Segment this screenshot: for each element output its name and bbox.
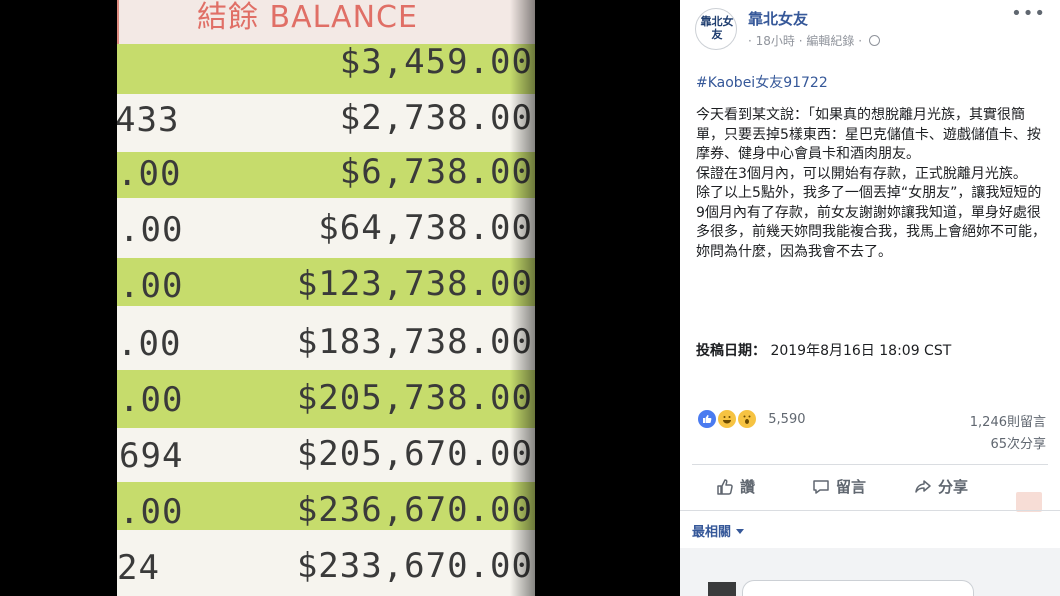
facebook-post-panel: 靠北女友 靠北女友 · 18小時 · 編輯紀錄 · ••• #Kaobei女友9…	[680, 0, 1060, 596]
comments-count-link[interactable]: 1,246則留言	[970, 411, 1046, 430]
meta-separator: ·	[748, 34, 752, 48]
balance-amount: $3,459.00	[339, 42, 533, 82]
post-paragraph: 除了以上5點外，我多了一個丟掉“女朋友”，讓我短短的9個月內有了存款，前女友謝謝…	[696, 185, 1046, 260]
reactions-summary[interactable]: 5,590	[696, 408, 806, 430]
comment-input[interactable]	[742, 580, 974, 596]
divider	[692, 464, 1048, 465]
header-edge-line	[117, 0, 119, 44]
balance-amount: $205,670.00	[296, 434, 533, 474]
balance-amount: $233,670.00	[296, 546, 533, 586]
shares-count-link[interactable]: 65次分享	[990, 433, 1046, 452]
globe-icon[interactable]	[868, 35, 880, 46]
passbook-partial-cell: 694	[119, 436, 184, 476]
avatar-logo-text: 靠北女友	[700, 15, 734, 41]
passbook-header: 結餘 BALANCE	[117, 0, 535, 45]
passbook-partial-cell: .00	[119, 492, 184, 532]
more-options-icon[interactable]: •••	[1011, 3, 1046, 24]
thumbs-up-icon	[717, 479, 733, 495]
passbook-partial-cell: .00	[119, 210, 184, 250]
share-icon	[915, 480, 931, 493]
edit-history-link[interactable]: 編輯紀錄	[806, 34, 854, 48]
balance-amount: $183,738.00	[296, 322, 533, 362]
share-label: 分享	[938, 478, 969, 496]
share-button[interactable]: 分享	[914, 476, 968, 497]
comment-label: 留言	[836, 478, 867, 496]
page-avatar[interactable]: 靠北女友	[695, 8, 737, 50]
like-label: 讚	[740, 478, 756, 496]
comment-icon	[813, 480, 829, 494]
page-shadow	[510, 0, 540, 596]
sort-label: 最相關	[692, 525, 732, 540]
date-value: 2019年8月16日 18:09 CST	[770, 343, 952, 359]
page-name-link[interactable]: 靠北女友	[748, 8, 808, 29]
balance-amount: $6,738.00	[339, 152, 533, 192]
hashtag-link[interactable]: #Kaobei女友91722	[696, 72, 828, 92]
balance-amount: $64,738.00	[318, 208, 533, 248]
divider	[680, 510, 1060, 511]
post-photo[interactable]: 結餘 BALANCE $3,459.00 433 $2,738.00 .00 $6,73…	[0, 0, 680, 596]
post-meta: · 18小時 · 編輯紀錄 ·	[748, 32, 880, 49]
post-paragraph: 今天看到某文說：「如果真的想脫離月光族，其實很簡單，只要丟掉5樣東西：星巴克儲值…	[696, 107, 1041, 162]
user-avatar	[708, 582, 736, 596]
caret-down-icon	[736, 529, 745, 534]
passbook-partial-cell: .00	[117, 154, 182, 194]
balance-header-label: 結餘 BALANCE	[197, 0, 418, 35]
balance-amount: $205,738.00	[296, 378, 533, 418]
date-label: 投稿日期：	[696, 343, 766, 359]
passbook-partial-cell: .00	[119, 380, 184, 420]
haha-reaction-icon	[716, 408, 739, 430]
passbook-page: 結餘 BALANCE $3,459.00 433 $2,738.00 .00 $6,73…	[117, 0, 535, 596]
wow-reaction-icon	[736, 408, 759, 430]
passbook-partial-cell: .00	[119, 266, 184, 306]
balance-amount: $2,738.00	[339, 98, 533, 138]
post-time-link[interactable]: 18小時	[756, 34, 795, 48]
reaction-count: 5,590	[768, 411, 806, 427]
sidebar-fragment	[1016, 492, 1042, 512]
submission-date: 投稿日期： 2019年8月16日 18:09 CST	[696, 340, 951, 360]
meta-separator: ·	[798, 34, 803, 48]
post-body: 今天看到某文說：「如果真的想脫離月光族，其實很簡單，只要丟掉5樣東西：星巴克儲值…	[696, 106, 1046, 262]
comment-sort-dropdown[interactable]: 最相關	[692, 521, 745, 540]
meta-separator: ·	[858, 34, 863, 48]
like-button[interactable]: 讚	[716, 476, 755, 497]
passbook-partial-cell: 24	[117, 548, 160, 588]
passbook-partial-cell: .00	[117, 324, 182, 364]
post-paragraph: 保證在3個月內，可以開始有存款，正式脫離月光族。	[696, 165, 1027, 182]
like-reaction-icon	[696, 408, 718, 430]
balance-amount: $123,738.00	[296, 264, 533, 304]
passbook-partial-cell: 433	[117, 100, 180, 140]
comment-button[interactable]: 留言	[812, 476, 866, 497]
comment-composer-area	[680, 548, 1060, 596]
balance-amount: $236,670.00	[296, 490, 533, 530]
